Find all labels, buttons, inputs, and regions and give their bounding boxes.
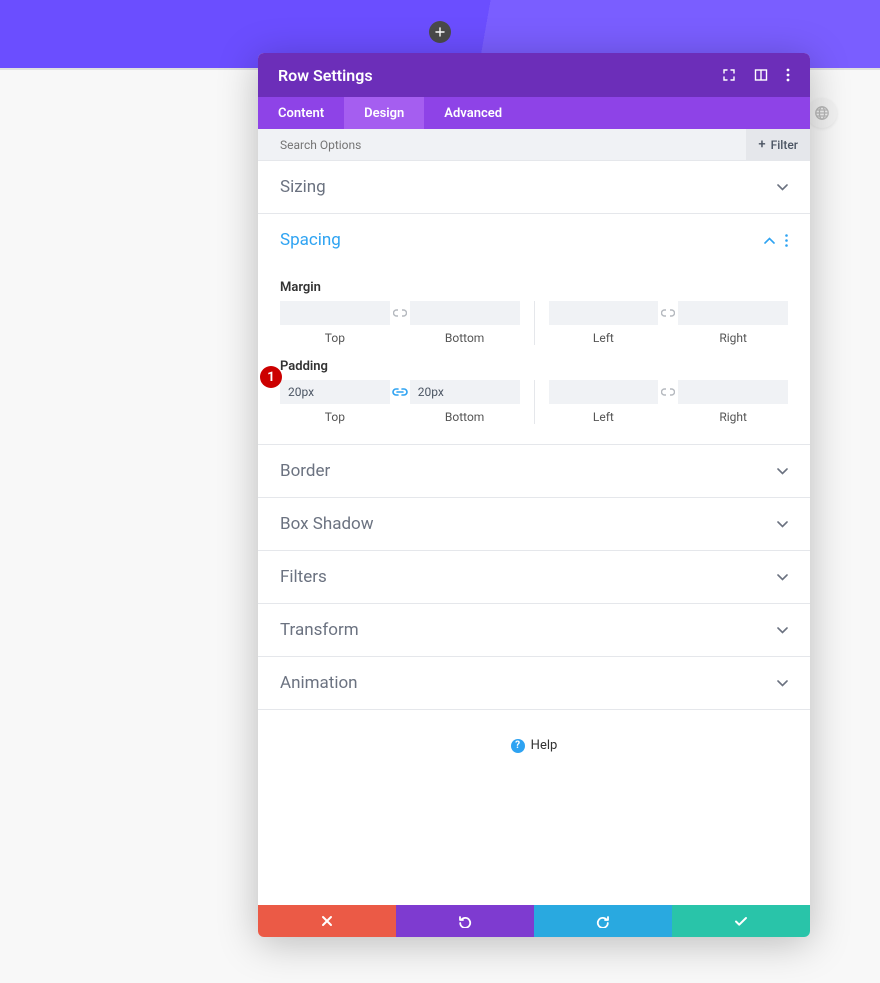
chevron-down-icon xyxy=(777,468,788,475)
row-settings-modal: Row Settings Content Design Advanced + F… xyxy=(258,53,810,937)
section-sizing-title: Sizing xyxy=(280,177,326,197)
section-transform[interactable]: Transform xyxy=(258,604,810,657)
tab-content[interactable]: Content xyxy=(258,97,344,129)
modal-title: Row Settings xyxy=(278,66,373,85)
chevron-down-icon xyxy=(777,184,788,191)
section-animation-title: Animation xyxy=(280,673,358,693)
margin-lr-link-icon[interactable] xyxy=(658,301,678,325)
close-button[interactable] xyxy=(258,905,396,937)
padding-bottom-input[interactable] xyxy=(410,380,520,404)
chevron-down-icon xyxy=(777,574,788,581)
section-border-title: Border xyxy=(280,461,330,481)
callout-marker-1: 1 xyxy=(260,366,282,388)
help-label: Help xyxy=(531,738,558,753)
chevron-down-icon xyxy=(777,680,788,687)
padding-right-caption: Right xyxy=(719,410,747,424)
padding-label: Padding xyxy=(280,359,788,374)
tab-design[interactable]: Design xyxy=(344,97,424,129)
globe-icon[interactable] xyxy=(807,98,837,128)
section-spacing-title: Spacing xyxy=(280,230,341,250)
add-section-button[interactable] xyxy=(429,21,451,43)
padding-lr-link-icon[interactable] xyxy=(658,380,678,404)
undo-button[interactable] xyxy=(396,905,534,937)
margin-label: Margin xyxy=(280,280,788,295)
confirm-button[interactable] xyxy=(672,905,810,937)
chevron-down-icon xyxy=(777,627,788,634)
padding-left-caption: Left xyxy=(593,410,614,424)
margin-grid: Top Bottom Left xyxy=(280,301,788,345)
filter-button[interactable]: + Filter xyxy=(746,129,810,161)
margin-top-input[interactable] xyxy=(280,301,390,325)
chevron-down-icon xyxy=(777,521,788,528)
padding-grid: Top Bottom Left xyxy=(280,380,788,424)
tab-advanced[interactable]: Advanced xyxy=(424,97,522,129)
plus-icon: + xyxy=(758,137,765,152)
padding-bottom-caption: Bottom xyxy=(445,410,484,424)
separator xyxy=(534,380,535,424)
section-animation[interactable]: Animation xyxy=(258,657,810,710)
section-border[interactable]: Border xyxy=(258,445,810,498)
chevron-up-icon xyxy=(764,237,775,244)
help-link[interactable]: ? Help xyxy=(258,710,810,781)
expand-icon[interactable] xyxy=(722,68,736,82)
redo-button[interactable] xyxy=(534,905,672,937)
padding-top-caption: Top xyxy=(325,410,345,424)
modal-footer xyxy=(258,905,810,937)
section-filters[interactable]: Filters xyxy=(258,551,810,604)
separator xyxy=(534,301,535,345)
header-icons xyxy=(722,68,790,82)
margin-right-caption: Right xyxy=(719,331,747,345)
margin-top-caption: Top xyxy=(325,331,345,345)
help-icon: ? xyxy=(511,739,525,753)
margin-bottom-caption: Bottom xyxy=(445,331,484,345)
settings-tabs: Content Design Advanced xyxy=(258,97,810,129)
margin-left-caption: Left xyxy=(593,331,614,345)
padding-right-input[interactable] xyxy=(678,380,788,404)
section-box-shadow-title: Box Shadow xyxy=(280,514,374,534)
modal-header: Row Settings xyxy=(258,53,810,97)
section-transform-title: Transform xyxy=(280,620,359,640)
columns-icon[interactable] xyxy=(754,68,768,82)
padding-tb-link-icon[interactable] xyxy=(390,380,410,404)
margin-bottom-input[interactable] xyxy=(410,301,520,325)
margin-right-input[interactable] xyxy=(678,301,788,325)
filter-label: Filter xyxy=(771,138,798,152)
section-spacing-header[interactable]: Spacing xyxy=(258,214,810,266)
margin-tb-link-icon[interactable] xyxy=(390,301,410,325)
more-vertical-icon[interactable] xyxy=(786,68,790,82)
margin-left-input[interactable] xyxy=(549,301,659,325)
search-row: + Filter xyxy=(258,129,810,161)
section-filters-title: Filters xyxy=(280,567,327,587)
section-sizing[interactable]: Sizing xyxy=(258,161,810,214)
padding-left-input[interactable] xyxy=(549,380,659,404)
section-box-shadow[interactable]: Box Shadow xyxy=(258,498,810,551)
spacing-body: Margin Top Bottom Left xyxy=(258,266,810,445)
spacing-more-icon[interactable] xyxy=(785,234,788,247)
padding-top-input[interactable] xyxy=(280,380,390,404)
search-input[interactable] xyxy=(280,138,480,152)
